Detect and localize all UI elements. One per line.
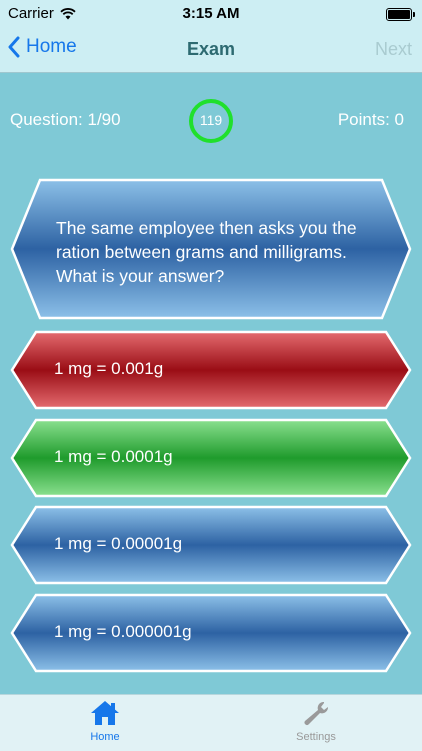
question-card: The same employee then asks you the rati… <box>10 178 412 320</box>
wrench-icon <box>304 701 329 725</box>
question-counter: Question: 1/90 <box>10 110 121 129</box>
answer-3-label: 1 mg = 0.00001g <box>54 534 183 553</box>
navigation-bar: Home Exam Next <box>0 28 422 73</box>
answer-option-3[interactable]: 1 mg = 0.00001g <box>10 505 412 585</box>
question-text: The same employee then asks you the rati… <box>56 218 357 286</box>
next-button[interactable]: Next <box>375 39 412 60</box>
tab-settings[interactable]: Settings <box>276 699 356 743</box>
answer-2-label: 1 mg = 0.0001g <box>54 447 173 466</box>
tab-home[interactable]: Home <box>65 699 145 743</box>
points-counter: Points: 0 <box>337 110 404 129</box>
answer-1-label: 1 mg = 0.001g <box>54 359 164 378</box>
tab-settings-label: Settings <box>296 731 336 743</box>
countdown-timer: 119 <box>188 98 234 144</box>
home-icon <box>91 701 119 725</box>
status-bar: Carrier 3:15 AM <box>0 0 422 28</box>
answer-4-label: 1 mg = 0.000001g <box>54 622 192 641</box>
battery-icon <box>386 8 415 21</box>
tab-bar: Home Settings <box>0 694 422 751</box>
answer-option-2[interactable]: 1 mg = 0.0001g <box>10 418 412 498</box>
status-time: 3:15 AM <box>182 5 240 22</box>
answer-option-4[interactable]: 1 mg = 0.000001g <box>10 593 412 673</box>
page-title: Exam <box>186 39 236 59</box>
tab-home-label: Home <box>90 731 120 743</box>
exam-info-row: Question: 1/90 119 Points: 0 <box>0 98 422 144</box>
timer-value: 119 <box>199 112 223 128</box>
answer-option-1[interactable]: 1 mg = 0.001g <box>10 330 412 410</box>
